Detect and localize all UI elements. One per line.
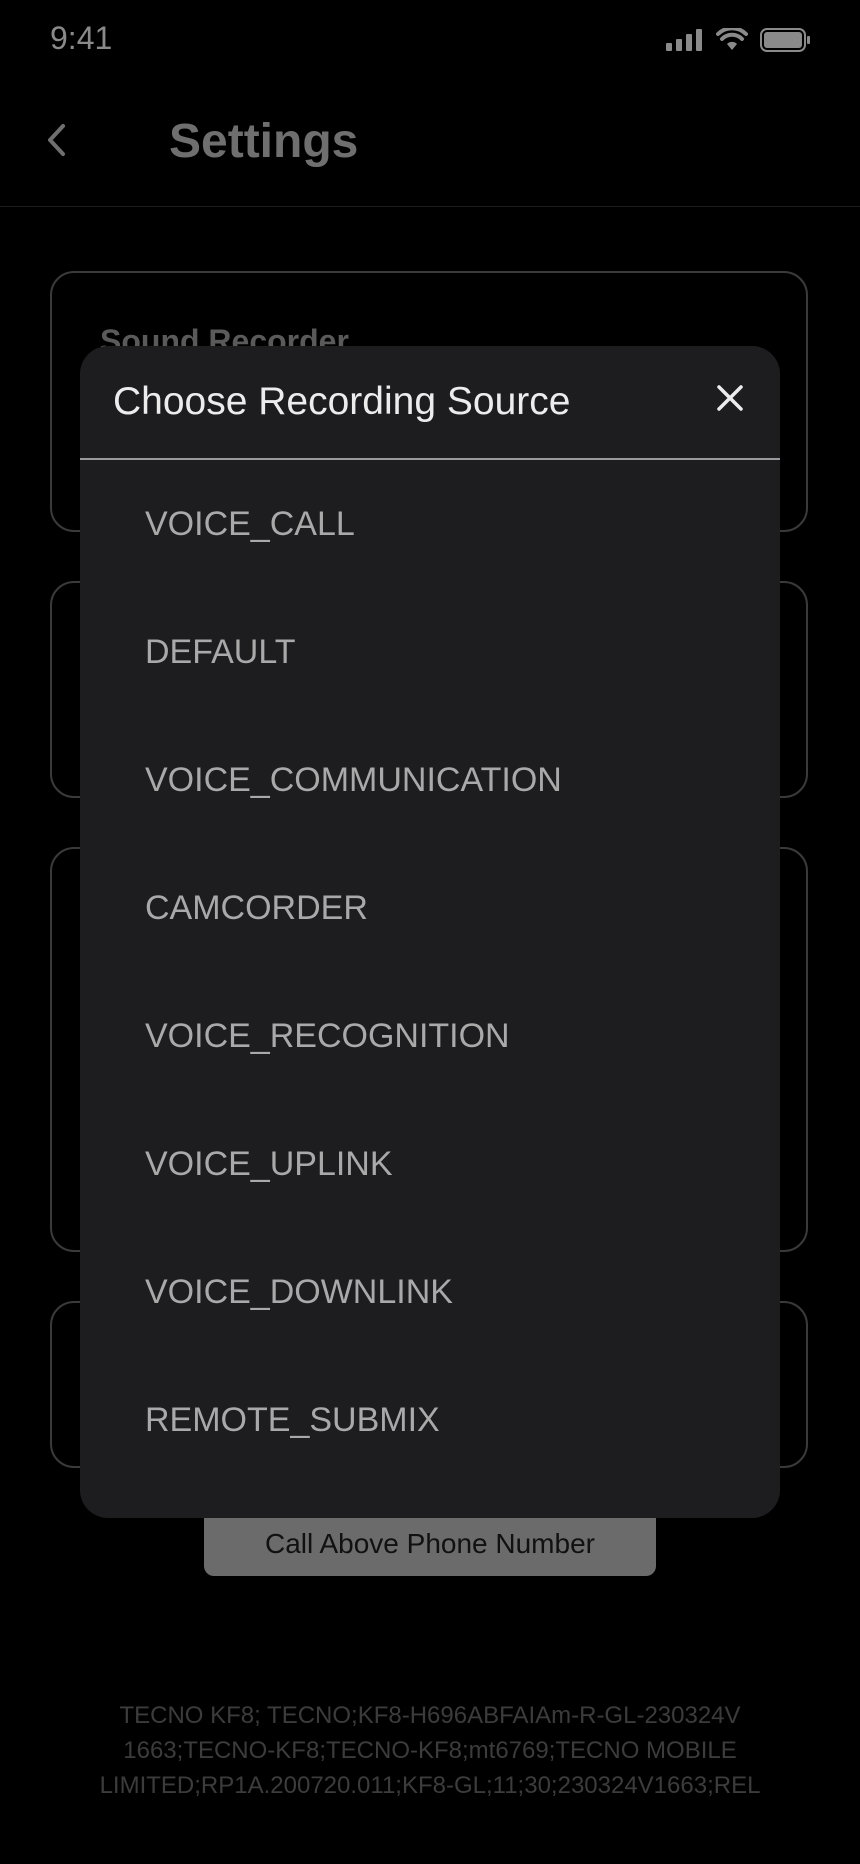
signal-icon xyxy=(666,29,704,51)
status-icons xyxy=(666,26,812,54)
device-info: TECNO KF8; TECNO;KF8-H696ABFAIAm-R-GL-23… xyxy=(99,1702,761,1799)
option-voice-call[interactable]: VOICE_CALL xyxy=(80,460,780,588)
dialog-header: Choose Recording Source xyxy=(80,346,780,460)
recording-source-list: VOICE_CALL DEFAULT VOICE_COMMUNICATION C… xyxy=(80,460,780,1484)
recording-source-dialog: Choose Recording Source VOICE_CALL DEFAU… xyxy=(80,346,780,1518)
option-voice-recognition[interactable]: VOICE_RECOGNITION xyxy=(80,972,780,1100)
status-bar: 9:41 xyxy=(0,0,860,80)
option-default[interactable]: DEFAULT xyxy=(80,588,780,716)
battery-icon xyxy=(760,28,812,52)
status-time: 9:41 xyxy=(50,20,113,56)
page-title: Settings xyxy=(169,115,359,168)
option-voice-communication[interactable]: VOICE_COMMUNICATION xyxy=(80,716,780,844)
header: Settings xyxy=(0,90,860,207)
wifi-icon xyxy=(716,28,748,52)
option-remote-submix[interactable]: REMOTE_SUBMIX xyxy=(80,1356,780,1484)
close-button[interactable] xyxy=(714,384,746,416)
back-button[interactable] xyxy=(36,118,76,166)
chevron-left-icon xyxy=(45,123,67,162)
option-voice-uplink[interactable]: VOICE_UPLINK xyxy=(80,1100,780,1228)
option-voice-downlink[interactable]: VOICE_DOWNLINK xyxy=(80,1228,780,1356)
close-icon xyxy=(716,384,744,417)
dialog-title: Choose Recording Source xyxy=(113,380,571,423)
option-camcorder[interactable]: CAMCORDER xyxy=(80,844,780,972)
